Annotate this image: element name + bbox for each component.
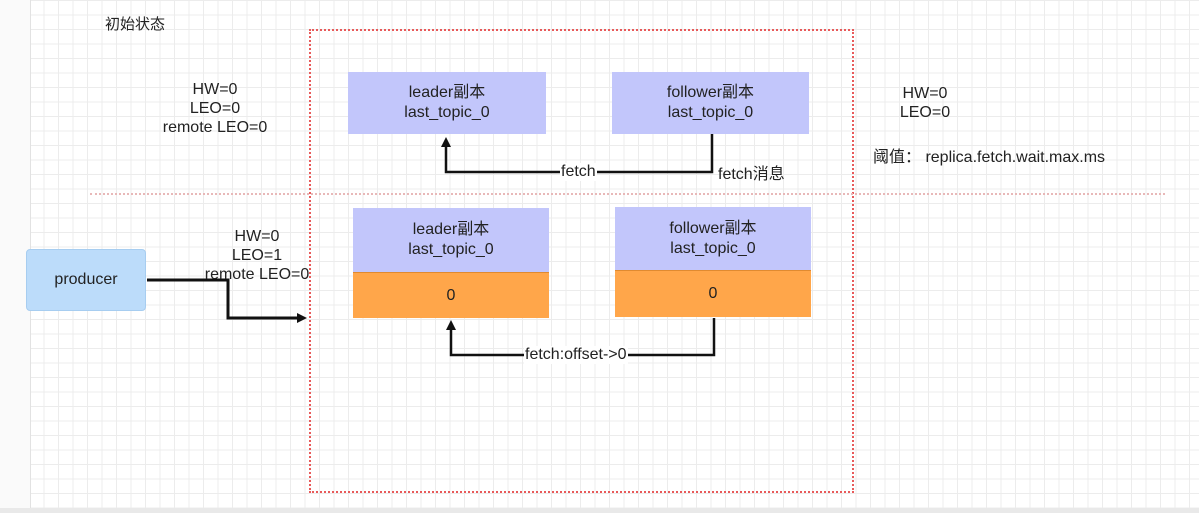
remote-leo-value: remote LEO=0	[162, 119, 268, 136]
leo-value: LEO=0	[189, 100, 241, 117]
connector-layer	[147, 134, 716, 357]
replica-topic: last_topic_0	[667, 104, 754, 121]
fetch-threshold: 阈值： replica.fetch.wait.max.ms	[873, 149, 1106, 166]
top-leader-replica: leader副本 last_topic_0	[348, 72, 546, 134]
top-follower-stats: HW=0 LEO=0	[890, 84, 960, 122]
fetch-message-label: fetch消息	[718, 166, 785, 183]
message-offset: 0	[708, 285, 718, 302]
remote-leo-value: remote LEO=0	[204, 266, 310, 283]
replica-name: leader副本	[412, 221, 490, 238]
replica-topic: last_topic_0	[404, 104, 490, 121]
top-leader-stats: HW=0 LEO=0 remote LEO=0	[150, 80, 280, 137]
hw-value: HW=0	[192, 81, 238, 98]
replica-name: follower副本	[669, 219, 757, 237]
producer-connector	[147, 278, 307, 323]
replica-topic: last_topic_0	[408, 241, 494, 258]
replica-name: follower副本	[666, 84, 755, 101]
leo-value: LEO=0	[899, 104, 951, 121]
producer-node: producer	[26, 249, 146, 311]
replica-topic: last_topic_0	[670, 239, 756, 257]
message-offset: 0	[446, 286, 456, 304]
hw-value: HW=0	[234, 228, 280, 245]
replica-name: leader副本	[408, 84, 486, 101]
producer-label: producer	[54, 271, 118, 288]
bottom-leader-message: 0	[353, 272, 549, 318]
bottom-follower-message: 0	[615, 270, 811, 317]
hw-value: HW=0	[902, 85, 948, 102]
bottom-fetch-label: fetch:offset->0	[524, 346, 628, 364]
bottom-leader-replica: leader副本 last_topic_0	[353, 208, 549, 272]
top-fetch-label: fetch	[560, 163, 597, 181]
top-follower-replica: follower副本 last_topic_0	[612, 72, 809, 134]
leo-value: LEO=1	[231, 247, 283, 264]
bottom-follower-replica: follower副本 last_topic_0	[615, 207, 811, 270]
bottom-leader-stats: HW=0 LEO=1 remote LEO=0	[198, 227, 316, 284]
